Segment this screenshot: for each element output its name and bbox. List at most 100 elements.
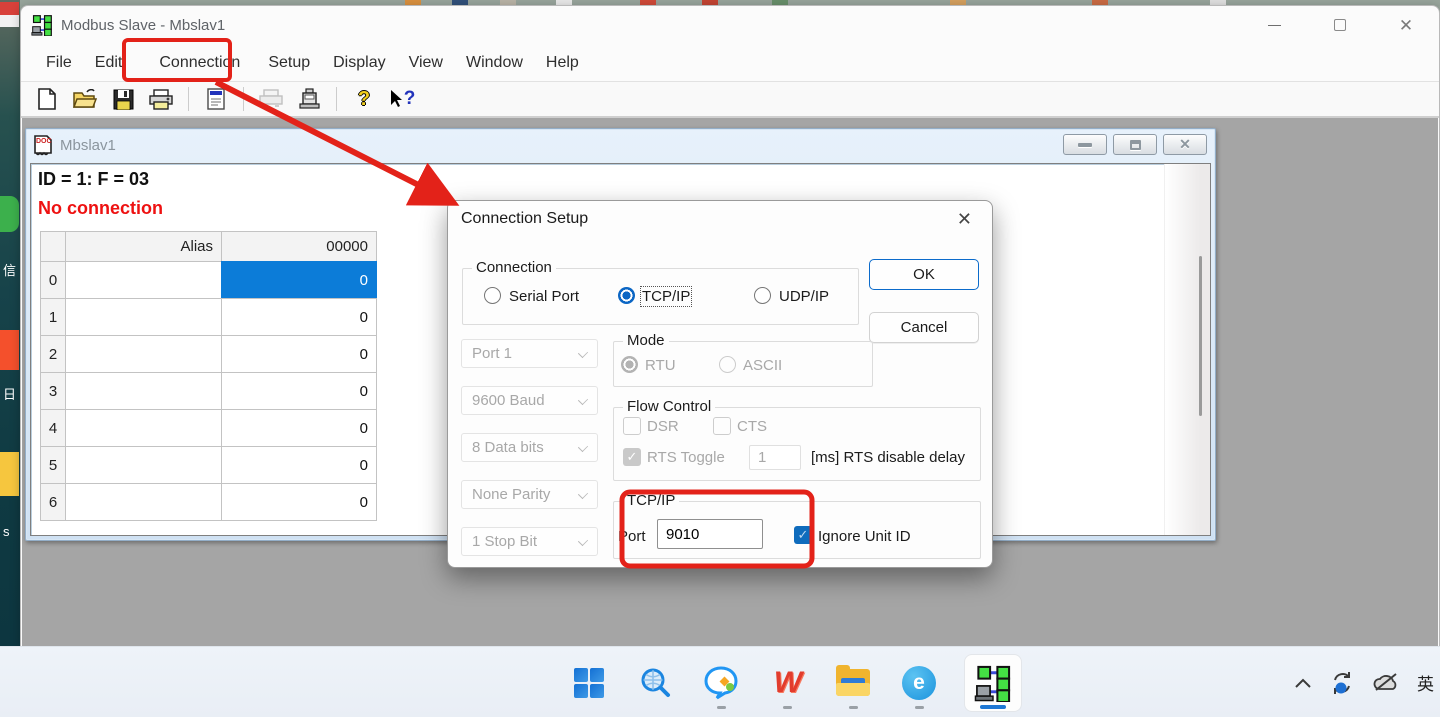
- maximize-button[interactable]: [1307, 6, 1373, 44]
- row-header-cell[interactable]: 4: [40, 409, 66, 447]
- value-cell[interactable]: 0: [221, 446, 377, 484]
- chat-app-button[interactable]: [700, 655, 742, 711]
- start-icon: [574, 668, 604, 698]
- desktop-background-left: 信 日 s: [0, 0, 20, 646]
- alias-cell[interactable]: [65, 372, 222, 410]
- modbus-slave-taskbar-button[interactable]: [964, 654, 1022, 712]
- cancel-button[interactable]: Cancel: [869, 312, 979, 343]
- minimize-button[interactable]: [1241, 6, 1307, 44]
- save-button[interactable]: [109, 86, 137, 112]
- udpip-label[interactable]: UDP/IP: [779, 288, 829, 305]
- rts-toggle-checkbox: ✓: [623, 448, 641, 466]
- alias-cell[interactable]: [65, 446, 222, 484]
- desktop-icon-fragment: [0, 2, 19, 15]
- browser-button[interactable]: e: [898, 655, 940, 711]
- menu-view[interactable]: View: [409, 49, 443, 77]
- help-button[interactable]: ?: [350, 86, 378, 112]
- table-row: 60: [41, 484, 377, 521]
- wps-button[interactable]: W: [766, 655, 808, 711]
- child-minimize-button[interactable]: [1063, 134, 1107, 155]
- child-restore-button[interactable]: [1113, 134, 1157, 155]
- start-button[interactable]: [568, 655, 610, 711]
- menu-help[interactable]: Help: [546, 49, 579, 77]
- desktop-icon-fragment[interactable]: [0, 452, 19, 496]
- row-header-cell[interactable]: 6: [40, 483, 66, 521]
- child-close-button[interactable]: ✕: [1163, 134, 1207, 155]
- menu-window[interactable]: Window: [466, 49, 523, 77]
- value-cell[interactable]: 0: [221, 409, 377, 447]
- scrollbar-thumb[interactable]: [1199, 256, 1202, 416]
- row-header-cell[interactable]: 5: [40, 446, 66, 484]
- file-explorer-button[interactable]: [832, 655, 874, 711]
- dialog-close-icon[interactable]: ✕: [957, 209, 972, 230]
- tcp-port-input[interactable]: [657, 519, 763, 549]
- ignore-unit-id-checkbox[interactable]: ✓: [794, 526, 812, 544]
- value-cell[interactable]: 0: [221, 372, 377, 410]
- tcp-port-label: Port: [618, 528, 646, 545]
- cts-checkbox: [713, 417, 731, 435]
- alias-cell[interactable]: [65, 483, 222, 521]
- data-bits-select: 8 Data bits: [461, 433, 598, 462]
- alias-cell[interactable]: [65, 261, 222, 299]
- udpip-radio[interactable]: [754, 287, 771, 304]
- value-cell[interactable]: 0: [221, 483, 377, 521]
- serial-port-label[interactable]: Serial Port: [509, 288, 579, 305]
- ime-indicator[interactable]: 英: [1417, 670, 1434, 695]
- alias-cell[interactable]: [65, 298, 222, 336]
- value-cell[interactable]: 0: [221, 298, 377, 336]
- menu-display[interactable]: Display: [333, 49, 385, 77]
- row-header-cell[interactable]: 2: [40, 335, 66, 373]
- table-row: 50: [41, 447, 377, 484]
- new-document-button[interactable]: [33, 86, 61, 112]
- serial-port-radio[interactable]: [484, 287, 501, 304]
- chevron-down-icon: [578, 442, 588, 452]
- desktop-icon-fragment[interactable]: [0, 330, 19, 370]
- vertical-scrollbar[interactable]: [1164, 164, 1210, 535]
- poll-definition-button[interactable]: [295, 86, 323, 112]
- alias-cell[interactable]: [65, 409, 222, 447]
- context-help-button[interactable]: ?: [388, 86, 416, 112]
- rts-delay-label: [ms] RTS disable delay: [811, 449, 965, 466]
- row-header-cell[interactable]: 0: [40, 261, 66, 299]
- row-header-cell[interactable]: 1: [40, 298, 66, 336]
- row-header-cell[interactable]: 3: [40, 372, 66, 410]
- close-button[interactable]: ✕: [1373, 6, 1439, 44]
- rtu-label: RTU: [645, 357, 676, 374]
- menu-setup[interactable]: Setup: [268, 49, 310, 77]
- dialog-title: Connection Setup: [461, 210, 588, 228]
- onedrive-offline-icon[interactable]: [1372, 672, 1400, 694]
- rts-toggle-label: RTS Toggle: [647, 449, 725, 466]
- running-indicator: [783, 706, 792, 709]
- close-icon: ✕: [1399, 17, 1413, 34]
- grid-header-row: Alias 00000: [41, 232, 377, 262]
- ok-button[interactable]: OK: [869, 259, 979, 290]
- setup-form-button[interactable]: [202, 86, 230, 112]
- alias-cell[interactable]: [65, 335, 222, 373]
- child-titlebar[interactable]: DOC Mbslav1 ✕: [26, 129, 1215, 161]
- flow-control-group-label: Flow Control: [623, 398, 715, 415]
- minimize-icon: [1078, 143, 1092, 147]
- menu-connection[interactable]: Connection: [159, 49, 240, 77]
- show-hidden-icons-button[interactable]: [1294, 677, 1312, 689]
- tcpip-label[interactable]: TCP/IP: [642, 288, 690, 305]
- search-button[interactable]: [634, 655, 676, 711]
- open-file-button[interactable]: [71, 86, 99, 112]
- chevron-down-icon: [578, 489, 588, 499]
- sync-tray-icon[interactable]: [1329, 670, 1355, 696]
- print-button[interactable]: [147, 86, 175, 112]
- value-cell[interactable]: 0: [221, 261, 377, 299]
- grid-header-alias[interactable]: Alias: [65, 231, 222, 262]
- print-preview-button: [257, 86, 285, 112]
- menu-edit[interactable]: Edit: [95, 49, 123, 77]
- svg-text:DOC: DOC: [36, 138, 52, 145]
- tcpip-radio[interactable]: [618, 287, 635, 304]
- wechat-icon[interactable]: [0, 196, 19, 232]
- help-icon: ?: [358, 88, 370, 111]
- grid-header-address[interactable]: 00000: [221, 231, 377, 262]
- titlebar[interactable]: Modbus Slave - Mbslav1 ✕: [21, 6, 1439, 44]
- value-cell[interactable]: 0: [221, 335, 377, 373]
- app-icon: [31, 14, 53, 36]
- ignore-unit-id-label[interactable]: Ignore Unit ID: [818, 528, 911, 545]
- connection-setup-dialog: Connection Setup ✕ Connection Serial Por…: [447, 200, 993, 568]
- menu-file[interactable]: File: [46, 49, 72, 77]
